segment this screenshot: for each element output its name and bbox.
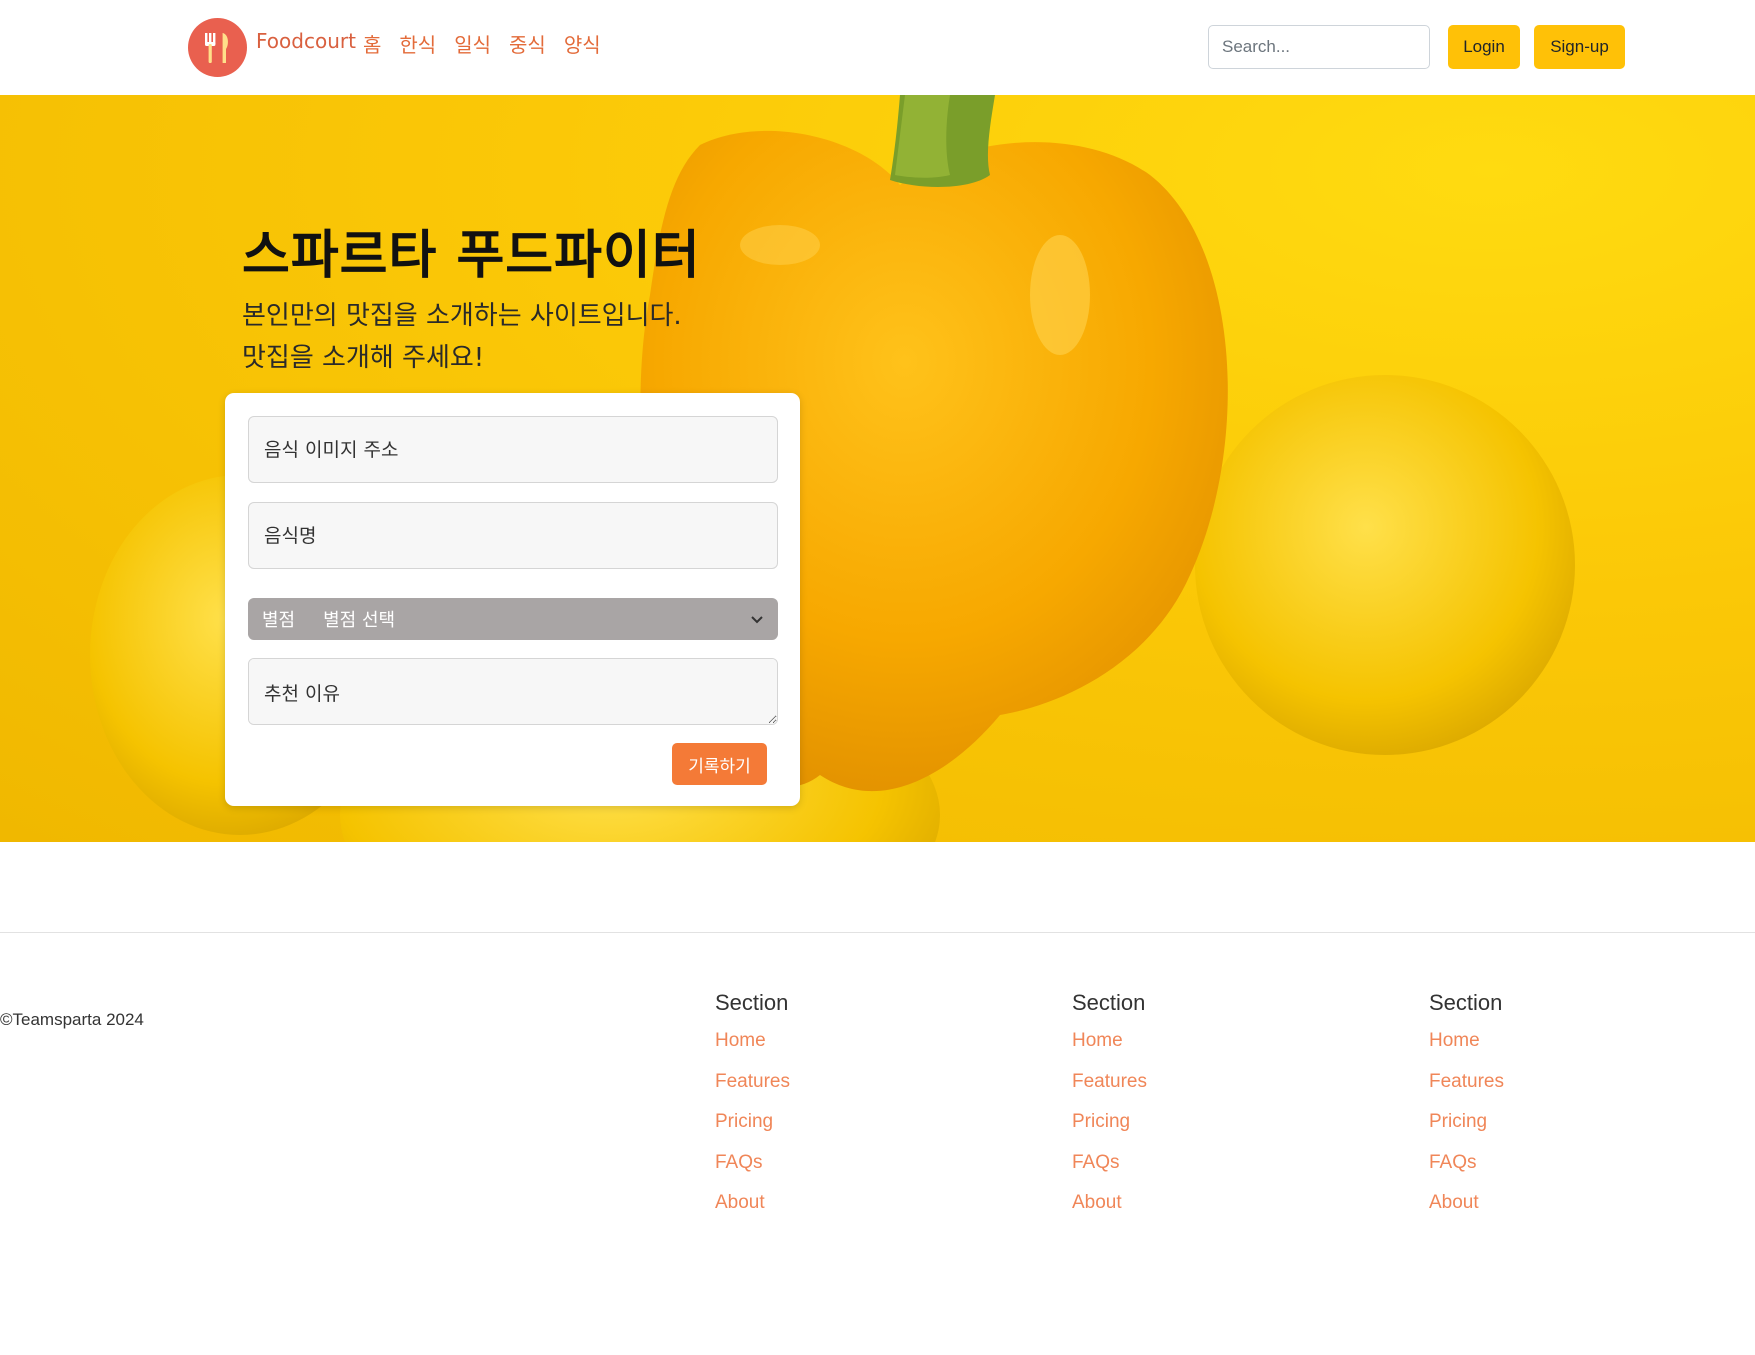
footer-link-about[interactable]: About — [715, 1188, 790, 1229]
footer-section-title: Section — [1072, 990, 1146, 1015]
footer-section: Section Home Features Pricing FAQs About — [1429, 990, 1504, 1229]
nav-link-home[interactable]: 홈 — [363, 29, 381, 58]
food-name-input[interactable] — [248, 502, 778, 569]
footer-link-features[interactable]: Features — [1429, 1067, 1504, 1108]
footer-link-home[interactable]: Home — [1072, 1026, 1147, 1067]
hero-subtitle-line: 본인만의 맛집을 소개하는 사이트입니다. — [242, 301, 682, 331]
footer-link-features[interactable]: Features — [1072, 1067, 1147, 1108]
footer-link-faqs[interactable]: FAQs — [1429, 1148, 1504, 1189]
hero-title: 스파르타 푸드파이터 — [242, 226, 701, 286]
footer-section: Section Home Features Pricing FAQs About — [715, 990, 790, 1229]
login-button[interactable]: Login — [1448, 25, 1520, 69]
search-input[interactable] — [1208, 25, 1430, 69]
copyright-text: ©Teamsparta 2024 — [0, 1010, 144, 1029]
nav-link-western[interactable]: 양식 — [564, 29, 601, 58]
footer-link-features[interactable]: Features — [715, 1067, 790, 1108]
footer-link-pricing[interactable]: Pricing — [715, 1107, 790, 1148]
logo[interactable] — [188, 18, 247, 77]
hero-subtitle: 본인만의 맛집을 소개하는 사이트입니다. 맛집을 소개해 주세요! — [242, 295, 682, 379]
reason-textarea[interactable] — [248, 658, 778, 725]
footer-divider — [0, 932, 1755, 933]
footer-link-faqs[interactable]: FAQs — [715, 1148, 790, 1189]
fork-knife-icon — [204, 32, 228, 63]
footer-link-pricing[interactable]: Pricing — [1429, 1107, 1504, 1148]
nav-link-chinese[interactable]: 중식 — [509, 29, 546, 58]
footer-section: Section Home Features Pricing FAQs About — [1072, 990, 1147, 1229]
footer-link-faqs[interactable]: FAQs — [1072, 1148, 1147, 1189]
restaurant-form: 별점 별점 선택 기록하기 — [225, 393, 800, 806]
footer-link-home[interactable]: Home — [1429, 1026, 1504, 1067]
navbar: Foodcourt 홈 한식 일식 중식 양식 Login Sign-up — [0, 0, 1755, 95]
footer-section-title: Section — [1429, 990, 1503, 1015]
chevron-down-icon — [751, 616, 763, 624]
rating-label: 별점 — [262, 610, 296, 631]
footer-link-about[interactable]: About — [1429, 1188, 1504, 1229]
nav-links: 홈 한식 일식 중식 양식 — [363, 29, 601, 58]
footer-link-pricing[interactable]: Pricing — [1072, 1107, 1147, 1148]
hero-subtitle-line: 맛집을 소개해 주세요! — [242, 343, 485, 373]
signup-button[interactable]: Sign-up — [1534, 25, 1625, 69]
nav-link-japanese[interactable]: 일식 — [454, 29, 491, 58]
rating-selected-value: 별점 선택 — [323, 610, 396, 631]
footer-section-title: Section — [715, 990, 789, 1015]
submit-button[interactable]: 기록하기 — [672, 743, 767, 785]
image-url-input[interactable] — [248, 416, 778, 483]
rating-select[interactable]: 별점 별점 선택 — [248, 598, 778, 640]
brand-link[interactable]: Foodcourt — [256, 29, 356, 53]
footer-link-home[interactable]: Home — [715, 1026, 790, 1067]
nav-link-korean[interactable]: 한식 — [399, 29, 436, 58]
hero-banner: 스파르타 푸드파이터 본인만의 맛집을 소개하는 사이트입니다. 맛집을 소개해… — [0, 95, 1755, 842]
footer-link-about[interactable]: About — [1072, 1188, 1147, 1229]
